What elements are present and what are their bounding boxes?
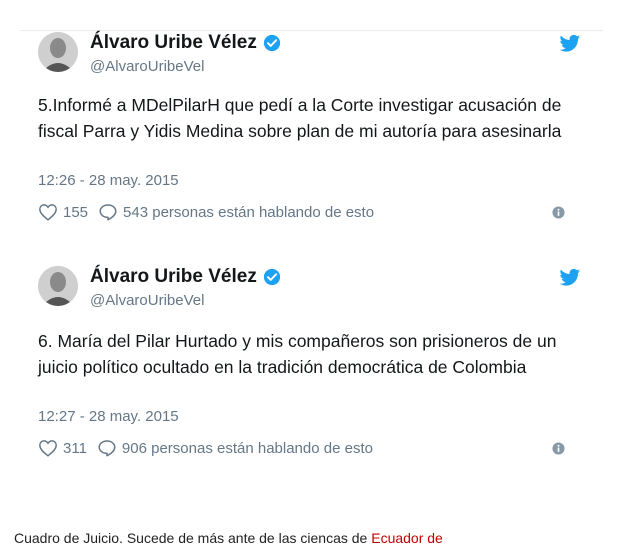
tweet-card: Álvaro Uribe Vélez @AlvaroUribeVel 6. Ma… (20, 266, 603, 476)
avatar[interactable] (38, 266, 78, 306)
top-divider (20, 30, 603, 31)
author-handle[interactable]: @AlvaroUribeVel (90, 58, 204, 75)
tweet-actions: 155 543 personas están hablando de esto (38, 203, 384, 221)
heart-icon (39, 440, 57, 457)
heart-icon (39, 204, 57, 221)
verified-badge-icon (263, 34, 280, 52)
author-name[interactable]: Álvaro Uribe Vélez (90, 32, 281, 54)
reply-button[interactable]: 543 personas están hablando de esto (98, 203, 374, 221)
caption-link[interactable]: Ecuador de (371, 530, 443, 546)
author-handle[interactable]: @AlvaroUribeVel (90, 292, 204, 309)
info-icon[interactable] (552, 206, 565, 219)
avatar[interactable] (38, 32, 78, 72)
like-count: 155 (63, 203, 89, 221)
author-name[interactable]: Álvaro Uribe Vélez (90, 266, 281, 288)
tweet-timestamp[interactable]: 12:26 - 28 may. 2015 (38, 172, 179, 189)
like-button[interactable]: 311 (38, 439, 87, 457)
author-name-text[interactable]: Álvaro Uribe Vélez (90, 32, 257, 54)
reply-count-text: 543 personas están hablando de esto (123, 203, 375, 221)
reply-bubble-icon (98, 440, 116, 457)
twitter-bird-icon[interactable] (559, 34, 581, 54)
tweet-timestamp[interactable]: 12:27 - 28 may. 2015 (38, 408, 179, 425)
reply-bubble-icon (99, 204, 117, 221)
info-icon[interactable] (552, 442, 565, 455)
tweet-actions: 311 906 personas están hablando de esto (38, 439, 383, 457)
like-count: 311 (63, 439, 87, 457)
tweet-text: 6. María del Pilar Hurtado y mis compañe… (38, 331, 557, 377)
like-button[interactable]: 155 (38, 203, 88, 221)
tweet-text: 5.Informé a MDelPilarH que pedí a la Cor… (38, 95, 562, 141)
verified-badge-icon (263, 268, 280, 286)
caption-text: Cuadro de Juicio. Sucede de más ante de … (14, 530, 368, 546)
reply-count-text: 906 personas están hablando de esto (121, 439, 373, 457)
cut-off-caption: Cuadro de Juicio. Sucede de más ante de … (14, 530, 443, 546)
author-name-text[interactable]: Álvaro Uribe Vélez (90, 266, 257, 288)
reply-button[interactable]: 906 personas están hablando de esto (97, 439, 373, 457)
twitter-bird-icon[interactable] (559, 268, 581, 288)
tweet-card: Álvaro Uribe Vélez @AlvaroUribeVel 5.Inf… (20, 32, 603, 242)
